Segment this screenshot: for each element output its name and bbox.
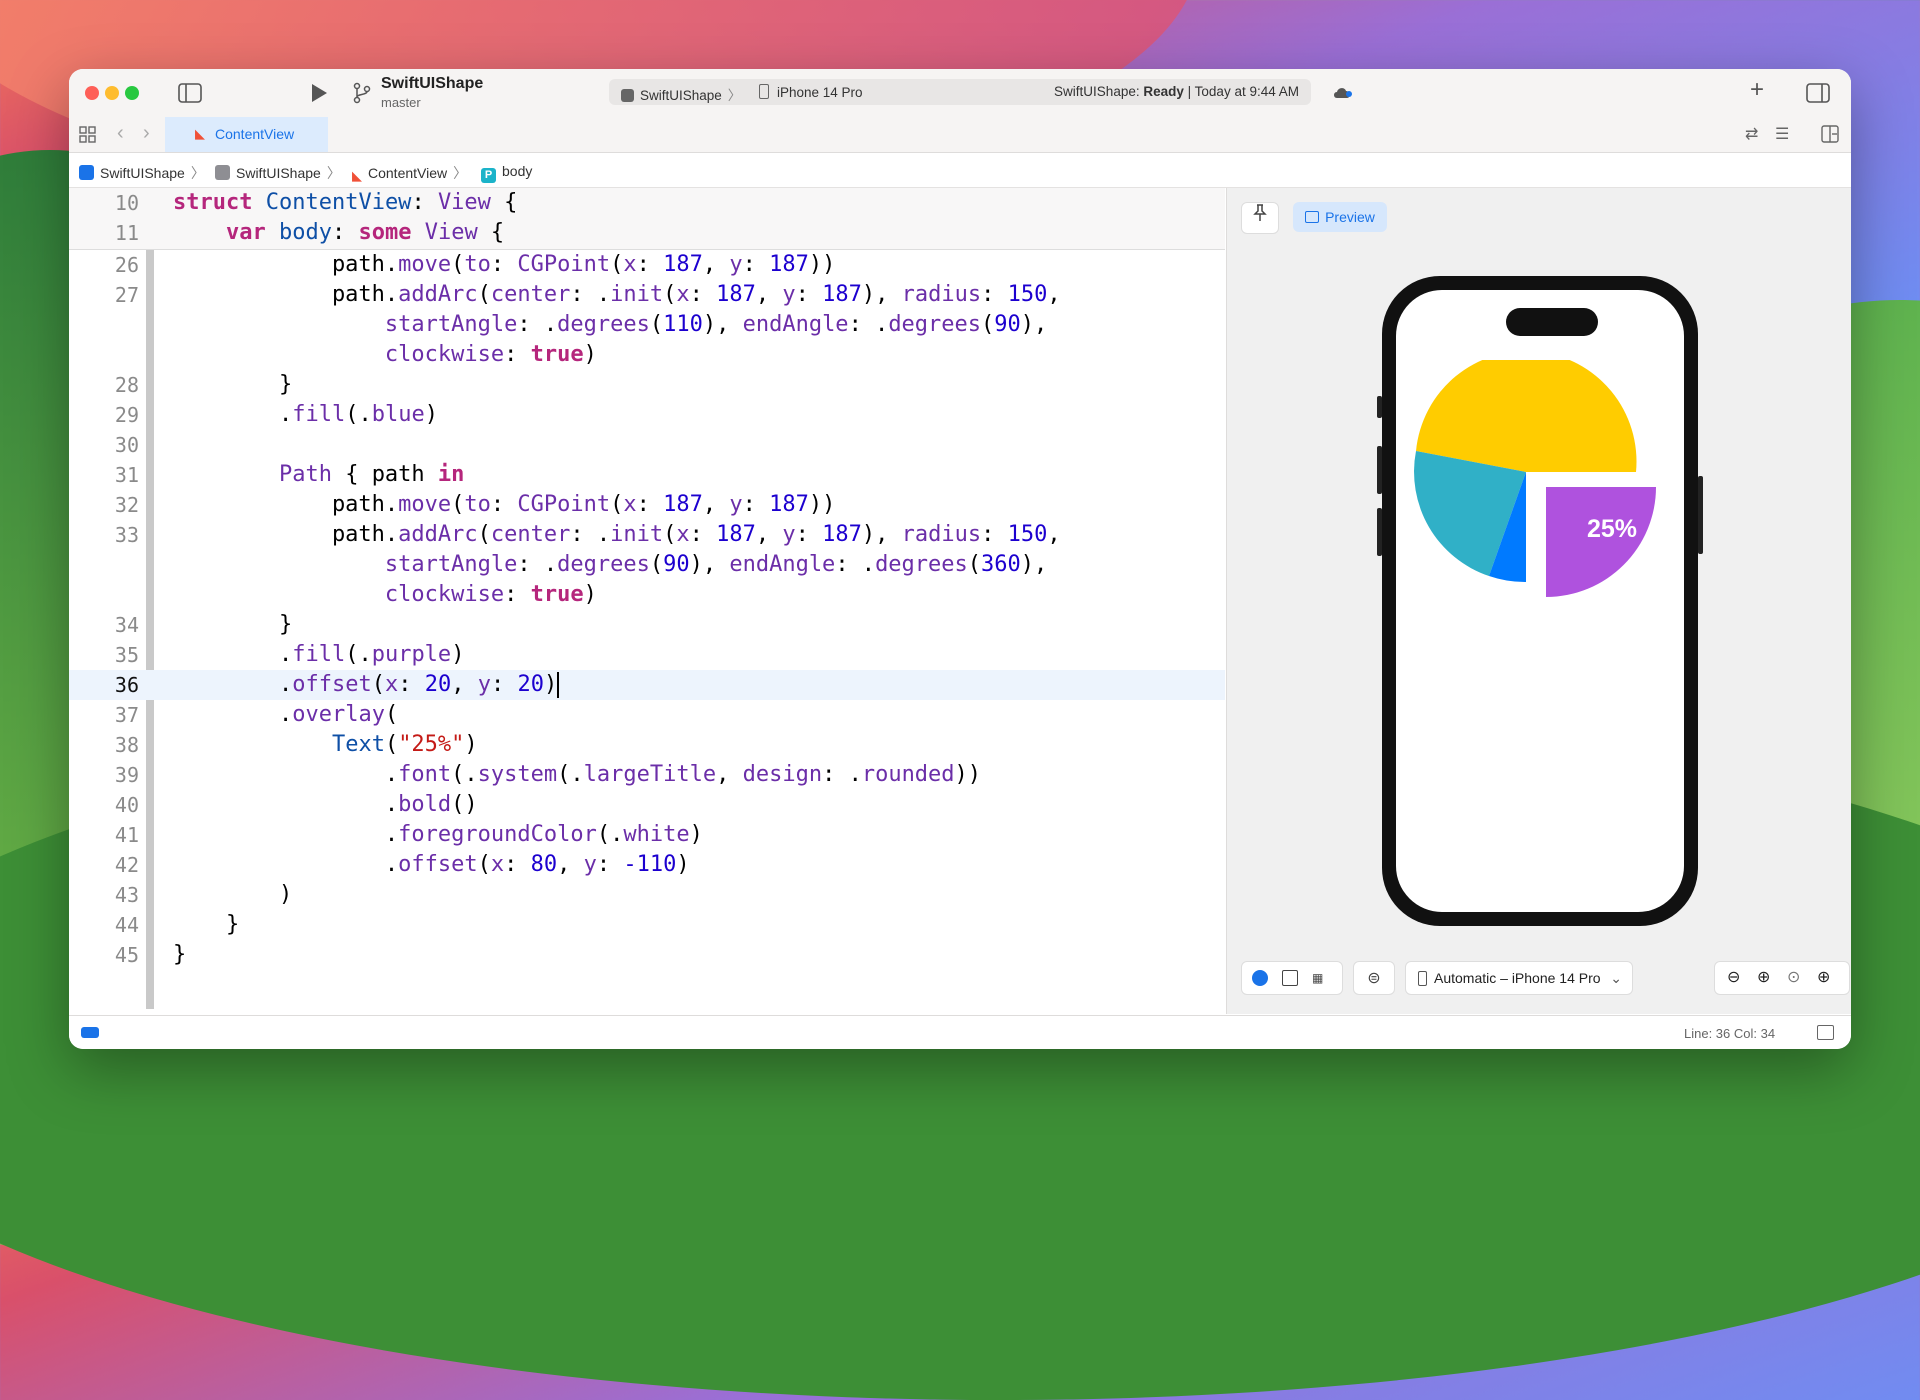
scheme-selector[interactable]: SwiftUIShape 〉 <box>621 84 741 104</box>
code-line: 35 .fill(.purple) <box>114 642 465 667</box>
cloud-icon[interactable] <box>1332 83 1354 105</box>
zoom-fit-icon[interactable]: ⊕ <box>1817 962 1830 994</box>
selectable-mode-icon[interactable] <box>1282 970 1298 986</box>
forward-icon[interactable]: › <box>143 123 150 143</box>
run-button[interactable] <box>309 82 329 108</box>
activity-status: SwiftUIShape 〉 iPhone 14 Pro SwiftUIShape… <box>609 79 1311 105</box>
breadcrumb-folder[interactable]: SwiftUIShape 〉 <box>215 163 341 183</box>
branch-icon <box>353 82 371 108</box>
code-line: 27 path.addArc(center: .init(x: 187, y: … <box>114 282 1061 307</box>
xcode-window: SwiftUIShape master SwiftUIShape 〉 iPhone… <box>69 69 1851 1049</box>
sidebar-toggle-icon[interactable] <box>178 83 202 107</box>
code-line: 43 ) <box>114 882 293 907</box>
code-line: 33 path.addArc(center: .init(x: 187, y: … <box>114 522 1061 547</box>
current-code-line: 36 .offset(x: 20, y: 20) <box>69 670 1225 700</box>
yellow-slice <box>1416 360 1637 472</box>
code-line: 40 .bold() <box>114 792 478 817</box>
preview-mode-group: ▦ <box>1241 961 1343 995</box>
dynamic-island <box>1506 308 1598 336</box>
project-name[interactable]: SwiftUIShape <box>381 75 483 93</box>
code-line: 42 .offset(x: 80, y: -110) <box>114 852 690 877</box>
toggle-icon: ⊜ <box>1367 970 1381 987</box>
property-badge-icon: P <box>481 168 496 183</box>
source-editor[interactable]: 10 struct ContentView: View { 11 var body… <box>69 188 1225 1014</box>
iphone-icon <box>759 84 769 99</box>
scheme-label: SwiftUIShape <box>640 88 722 103</box>
code-line: 29 .fill(.blue) <box>114 402 438 427</box>
breadcrumb-project[interactable]: SwiftUIShape 〉 <box>79 163 205 183</box>
code-line: 38 Text("25%") <box>114 732 478 757</box>
run-destination[interactable]: iPhone 14 Pro <box>759 84 863 100</box>
code-line: 45} <box>114 942 187 967</box>
code-line: 31 Path { path in <box>114 462 465 487</box>
sticky-header: 10 struct ContentView: View { 11 var body… <box>69 188 1225 250</box>
code-line: 37 .overlay( <box>114 702 399 727</box>
pie-chart: 25% <box>1414 360 1656 597</box>
code-line: clockwise: true) <box>384 582 597 607</box>
iphone-icon <box>1418 971 1427 986</box>
related-items-icon[interactable]: ⇄ <box>1745 125 1758 145</box>
code-line: startAngle: .degrees(90), endAngle: .deg… <box>384 552 1048 577</box>
breadcrumb: SwiftUIShape 〉 SwiftUIShape 〉 ◣ ContentView… <box>69 153 1851 188</box>
breadcrumb-symbol[interactable]: Pbody <box>481 163 532 183</box>
device-menu[interactable]: Automatic – iPhone 14 Pro ⌄ <box>1405 961 1633 995</box>
variants-icon[interactable]: ▦ <box>1312 962 1323 994</box>
tab-label: ContentView <box>215 126 295 142</box>
code-line: 41 .foregroundColor(.white) <box>114 822 703 847</box>
toggle-panel-icon[interactable] <box>1817 1025 1834 1040</box>
branch-name: master <box>381 95 421 110</box>
zoom-in-icon[interactable]: ⊕ <box>1757 962 1770 994</box>
editor-options-icon[interactable]: ☰ <box>1775 125 1789 145</box>
back-icon[interactable]: ‹ <box>117 123 124 143</box>
title-bar: SwiftUIShape master SwiftUIShape 〉 iPhone… <box>69 69 1851 118</box>
build-status: SwiftUIShape: Ready | Today at 9:44 AM <box>1054 84 1299 99</box>
status-bar: Line: 36 Col: 34 <box>69 1015 1851 1049</box>
breadcrumb-file[interactable]: ◣ ContentView 〉 <box>352 163 467 183</box>
chevron-down-icon: ⌄ <box>1610 970 1622 986</box>
inspector-toggle-icon[interactable] <box>1806 83 1830 107</box>
close-window-button[interactable] <box>85 86 99 100</box>
iphone-preview: 25% <box>1377 276 1703 926</box>
code-line: 44 } <box>114 912 240 937</box>
code-line: 26 path.move(to: CGPoint(x: 187, y: 187)… <box>114 252 836 277</box>
swift-file-icon: ◣ <box>352 168 362 183</box>
pie-label: 25% <box>1587 515 1637 543</box>
pin-icon <box>1253 204 1267 221</box>
code-line: 32 path.move(to: CGPoint(x: 187, y: 187)… <box>114 492 836 517</box>
project-icon <box>79 165 94 180</box>
preview-canvas: Preview 25% ▦ ⊜ Automatic – iPhone 14 Pr… <box>1226 188 1851 1014</box>
code-line: 39 .font(.system(.largeTitle, design: .r… <box>114 762 982 787</box>
device-label: iPhone 14 Pro <box>777 85 863 100</box>
code-line: clockwise: true) <box>384 342 597 367</box>
code-line: startAngle: .degrees(110), endAngle: .de… <box>384 312 1048 337</box>
pin-preview-button[interactable] <box>1241 202 1279 234</box>
tab-contentview[interactable]: ◣ ContentView <box>165 117 328 152</box>
zoom-controls: ⊖ ⊕ ⊙ ⊕ <box>1714 961 1850 995</box>
code-line: 10 struct ContentView: View { <box>114 190 518 215</box>
preview-icon <box>1305 211 1320 223</box>
text-caret <box>557 672 560 698</box>
debug-area-icon[interactable] <box>81 1027 99 1038</box>
zoom-out-icon[interactable]: ⊖ <box>1727 962 1740 994</box>
cursor-position: Line: 36 Col: 34 <box>1684 1026 1776 1041</box>
add-icon[interactable]: + <box>1750 78 1764 102</box>
code-line: 30 <box>114 433 139 457</box>
live-mode-icon[interactable] <box>1252 970 1268 986</box>
zoom-window-button[interactable] <box>125 86 139 100</box>
folder-icon <box>215 165 230 180</box>
swift-file-icon: ◣ <box>195 126 205 141</box>
minimize-window-button[interactable] <box>105 86 119 100</box>
phone-screen[interactable]: 25% <box>1396 290 1684 912</box>
tab-bar: ‹ › ◣ ContentView ⇄ ☰ <box>69 117 1851 153</box>
code-line: 34 } <box>114 612 293 637</box>
chevron-right-icon: 〉 <box>727 88 742 103</box>
code-line: 11 var body: some View { <box>114 220 505 245</box>
app-icon <box>621 89 634 102</box>
preview-tab[interactable]: Preview <box>1293 202 1387 232</box>
grid-icon[interactable] <box>79 126 97 150</box>
device-settings-button[interactable]: ⊜ <box>1353 961 1395 995</box>
split-editor-icon[interactable] <box>1821 125 1839 147</box>
zoom-actual-icon[interactable]: ⊙ <box>1787 962 1800 994</box>
code-line: 28 } <box>114 372 293 397</box>
